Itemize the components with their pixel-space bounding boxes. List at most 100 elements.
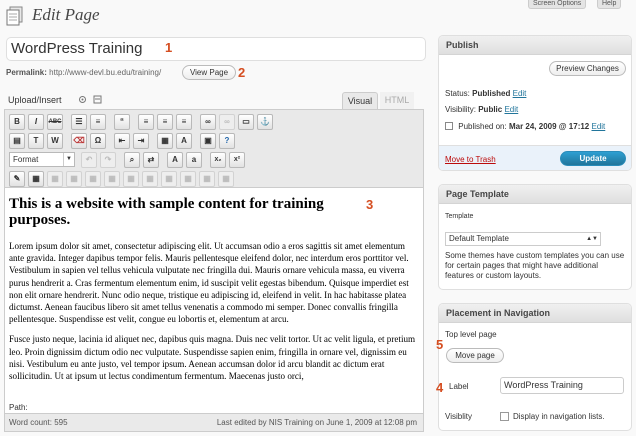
align-left-icon[interactable]: ≡ xyxy=(138,114,154,130)
format-select[interactable]: Format ▼ xyxy=(9,152,75,167)
add-media-icon[interactable] xyxy=(93,95,102,104)
move-page-button[interactable]: Move page xyxy=(446,348,504,363)
publish-box: Publish Preview Changes Status: Publishe… xyxy=(438,35,632,171)
remove-format-icon[interactable]: ⌫ xyxy=(71,133,87,149)
chevron-updown-icon: ▲▼ xyxy=(586,236,598,242)
content-paragraph: Lorem ipsum dolor sit amet, consectetur … xyxy=(9,241,409,325)
insert-column-before-icon[interactable]: ▦ xyxy=(85,171,101,187)
tab-visual[interactable]: Visual xyxy=(342,92,378,109)
blockquote-icon[interactable]: “ xyxy=(114,114,130,130)
template-label: Template xyxy=(445,213,474,220)
strikethrough-icon[interactable]: ABC xyxy=(47,114,63,130)
visibility-line: Visibility: Public Edit xyxy=(445,105,518,114)
delete-table-icon[interactable]: ▦ xyxy=(218,171,234,187)
label-label: Label xyxy=(449,382,469,391)
bold-icon[interactable]: B xyxy=(9,114,25,130)
paste-word-icon[interactable]: W xyxy=(47,133,63,149)
template-select[interactable]: Default Template ▲▼ xyxy=(445,232,601,246)
status-label: Status: xyxy=(445,89,470,98)
permalink: Permalink: http://www-devl.bu.edu/traini… xyxy=(6,68,161,77)
upload-insert-label: Upload/Insert xyxy=(8,95,62,105)
help-button[interactable]: Help xyxy=(597,0,622,9)
format-select-value: Format xyxy=(13,155,39,164)
delete-row-icon[interactable]: ▦ xyxy=(66,171,82,187)
published-label: Published on: xyxy=(458,122,507,131)
replace-icon[interactable]: ⇄ xyxy=(143,152,159,168)
anchor-icon[interactable]: ⚓ xyxy=(257,114,273,130)
annotation-3: 3 xyxy=(366,197,374,212)
annotation-5: 5 xyxy=(436,337,444,352)
chevron-down-icon: ▼ xyxy=(63,153,74,166)
table-row-props-icon[interactable]: ▦ xyxy=(161,171,177,187)
add-image-icon[interactable] xyxy=(78,95,87,104)
status-value: Published xyxy=(472,89,511,98)
spellcheck-icon[interactable]: ▤ xyxy=(9,133,25,149)
more-tag-icon[interactable]: ▭ xyxy=(238,114,254,130)
subscript-icon[interactable]: x₂ xyxy=(210,152,226,168)
move-to-trash-link[interactable]: Move to Trash xyxy=(445,155,496,164)
numbered-list-icon[interactable]: ≡ xyxy=(90,114,106,130)
navigation-box: Placement in Navigation Top level page M… xyxy=(438,303,632,431)
table-icon[interactable]: ▦ xyxy=(157,133,173,149)
align-right-icon[interactable]: ≡ xyxy=(176,114,192,130)
tab-html[interactable]: HTML xyxy=(380,92,414,109)
label-input[interactable]: WordPress Training xyxy=(500,377,624,394)
post-title-input[interactable]: WordPress Training xyxy=(6,37,426,61)
content-heading: This is a website with sample content fo… xyxy=(9,196,324,228)
redo-icon[interactable]: ↷ xyxy=(100,152,116,168)
template-select-value: Default Template xyxy=(449,234,509,243)
published-edit-link[interactable]: Edit xyxy=(591,122,605,131)
visibility-value: Public xyxy=(478,105,503,114)
font-family-icon[interactable]: a xyxy=(186,152,202,168)
text-color-icon[interactable]: A xyxy=(176,133,192,149)
special-character-icon[interactable]: Ω xyxy=(90,133,106,149)
outdent-icon[interactable]: ⇤ xyxy=(114,133,130,149)
editor-path: Path: xyxy=(9,403,28,412)
editor-content[interactable]: This is a website with sample content fo… xyxy=(5,189,423,399)
page-icon xyxy=(6,6,23,26)
find-icon[interactable]: ⌕ xyxy=(124,152,140,168)
publish-title[interactable]: Publish xyxy=(439,36,631,55)
last-edited: Last edited by NIS Training on June 1, 2… xyxy=(216,418,417,427)
insert-column-after-icon[interactable]: ▦ xyxy=(104,171,120,187)
published-line: Published on: Mar 24, 2009 @ 17:12 Edit xyxy=(445,122,605,131)
paste-text-icon[interactable]: T xyxy=(28,133,44,149)
visibility-label: Visiblity xyxy=(445,412,472,421)
top-level-text: Top level page xyxy=(445,330,497,339)
italic-icon[interactable]: I xyxy=(28,114,44,130)
insert-row-before-icon[interactable]: ▦ xyxy=(28,171,44,187)
update-button[interactable]: Update xyxy=(560,151,626,166)
published-value: Mar 24, 2009 @ 17:12 xyxy=(508,122,590,131)
font-size-icon[interactable]: A xyxy=(167,152,183,168)
align-center-icon[interactable]: ≡ xyxy=(157,114,173,130)
table-cell-props-icon[interactable]: ▦ xyxy=(142,171,158,187)
content-paragraph: Fusce justo neque, lacinia id aliquet ne… xyxy=(9,334,416,382)
help-icon[interactable]: ? xyxy=(219,133,235,149)
bullet-list-icon[interactable]: ☰ xyxy=(71,114,87,130)
display-in-nav-label: Display in navigation lists. xyxy=(513,412,605,421)
visibility-label: Visibility: xyxy=(445,105,476,114)
insert-row-after-icon[interactable]: ▦ xyxy=(47,171,63,187)
display-in-nav-checkbox[interactable] xyxy=(500,412,509,421)
fullscreen-icon[interactable]: ▣ xyxy=(200,133,216,149)
split-cells-icon[interactable]: ▦ xyxy=(199,171,215,187)
page-template-title[interactable]: Page Template xyxy=(439,185,631,204)
edit-css-icon[interactable]: ✎ xyxy=(9,171,25,187)
screen-options-button[interactable]: Screen Options xyxy=(528,0,587,9)
undo-icon[interactable]: ↶ xyxy=(81,152,97,168)
preview-changes-button[interactable]: Preview Changes xyxy=(549,61,626,76)
navigation-title[interactable]: Placement in Navigation xyxy=(439,304,631,323)
merge-cells-icon[interactable]: ▦ xyxy=(180,171,196,187)
indent-icon[interactable]: ⇥ xyxy=(133,133,149,149)
link-icon[interactable]: ∞ xyxy=(200,114,216,130)
permalink-url[interactable]: http://www-devl.bu.edu/training/ xyxy=(49,68,161,77)
superscript-icon[interactable]: x² xyxy=(229,152,245,168)
unlink-icon[interactable]: ∞ xyxy=(219,114,235,130)
visibility-edit-link[interactable]: Edit xyxy=(504,105,518,114)
template-help-text: Some themes have custom templates you ca… xyxy=(445,251,625,280)
publish-footer: Move to Trash Update xyxy=(439,145,631,170)
view-page-button[interactable]: View Page xyxy=(182,65,236,80)
delete-column-icon[interactable]: ▦ xyxy=(123,171,139,187)
annotation-1: 1 xyxy=(165,40,173,55)
status-edit-link[interactable]: Edit xyxy=(513,89,527,98)
